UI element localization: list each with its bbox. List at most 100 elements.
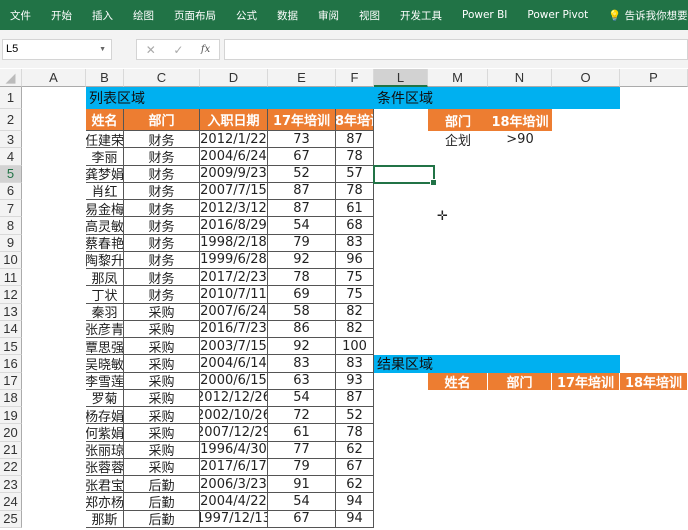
table-cell[interactable]: 69 xyxy=(268,286,336,304)
row-header-16[interactable]: 16 xyxy=(0,355,22,373)
table-cell[interactable]: 2012/3/12 xyxy=(200,200,268,218)
result-header-cell[interactable]: 18年培训 xyxy=(620,372,688,390)
table-cell[interactable]: 2007/6/24 xyxy=(200,303,268,321)
insert-function-icon[interactable]: fx xyxy=(201,44,210,55)
ribbon-tab[interactable]: 文件 xyxy=(0,8,41,23)
ribbon-tab[interactable]: 绘图 xyxy=(123,8,164,23)
table-cell[interactable]: 83 xyxy=(268,355,336,373)
name-box[interactable]: L5 ▼ xyxy=(2,39,112,60)
table-cell[interactable]: 张彦青 xyxy=(86,320,124,338)
table-cell[interactable]: 易金梅 xyxy=(86,200,124,218)
table-cell[interactable]: 郑亦杨 xyxy=(86,493,124,511)
table-cell[interactable]: 张丽琼 xyxy=(86,441,124,459)
table-cell[interactable]: 采购 xyxy=(124,407,200,425)
cancel-icon[interactable]: ✕ xyxy=(146,43,156,57)
column-header-O[interactable]: O xyxy=(552,69,620,87)
table-cell[interactable]: 2004/6/14 xyxy=(200,355,268,373)
table-cell[interactable]: 财务 xyxy=(124,269,200,287)
table-cell[interactable]: 丁状 xyxy=(86,286,124,304)
table-cell[interactable]: 覃思强 xyxy=(86,338,124,356)
check-icon[interactable]: ✓ xyxy=(173,43,183,57)
ribbon-tab[interactable]: 审阅 xyxy=(308,8,349,23)
table-cell[interactable]: 何紫娟 xyxy=(86,424,124,442)
row-header-15[interactable]: 15 xyxy=(0,338,22,356)
table-cell[interactable]: 采购 xyxy=(124,424,200,442)
table-cell[interactable]: 2017/2/23 xyxy=(200,269,268,287)
ribbon-tab[interactable]: 💡 告诉我你想要做什 xyxy=(598,8,688,23)
table-cell[interactable]: 94 xyxy=(336,510,374,528)
table-cell[interactable]: 78 xyxy=(336,182,374,200)
column-header-M[interactable]: M xyxy=(428,69,488,87)
table-cell[interactable]: 2016/8/29 xyxy=(200,217,268,235)
table-cell[interactable]: 87 xyxy=(336,131,374,149)
row-header-9[interactable]: 9 xyxy=(0,234,22,252)
table-cell[interactable]: 1996/4/30 xyxy=(200,441,268,459)
table-cell[interactable]: 87 xyxy=(336,389,374,407)
column-header-L[interactable]: L xyxy=(374,69,428,87)
table-cell[interactable]: 61 xyxy=(336,200,374,218)
select-all-button[interactable]: ◢ xyxy=(0,69,22,87)
table-cell[interactable]: 67 xyxy=(268,510,336,528)
row-header-5[interactable]: 5 xyxy=(0,165,22,183)
row-header-4[interactable]: 4 xyxy=(0,148,22,166)
column-header-A[interactable]: A xyxy=(22,69,86,87)
result-header-cell[interactable]: 姓名 xyxy=(428,372,488,390)
table-cell[interactable]: 2017/6/17 xyxy=(200,458,268,476)
ribbon-tab[interactable]: 页面布局 xyxy=(164,8,226,23)
table-cell[interactable]: 92 xyxy=(268,338,336,356)
table-cell[interactable]: 肖红 xyxy=(86,182,124,200)
column-header-C[interactable]: C xyxy=(124,69,200,87)
table-cell[interactable]: 2012/1/22 xyxy=(200,131,268,149)
table-cell[interactable]: 采购 xyxy=(124,320,200,338)
list-header-cell[interactable]: 姓名 xyxy=(86,109,124,131)
criteria-value-cell[interactable]: >90 xyxy=(488,131,552,148)
table-cell[interactable]: 财务 xyxy=(124,148,200,166)
table-cell[interactable]: 2002/10/26 xyxy=(200,407,268,425)
table-cell[interactable]: 那凤 xyxy=(86,269,124,287)
table-cell[interactable]: 79 xyxy=(268,458,336,476)
row-header-6[interactable]: 6 xyxy=(0,182,22,200)
table-cell[interactable]: 财务 xyxy=(124,286,200,304)
table-cell[interactable]: 78 xyxy=(336,424,374,442)
table-cell[interactable]: 采购 xyxy=(124,303,200,321)
table-cell[interactable]: 采购 xyxy=(124,458,200,476)
row-header-2[interactable]: 2 xyxy=(0,109,22,131)
table-cell[interactable]: 2007/7/15 xyxy=(200,182,268,200)
table-cell[interactable]: 100 xyxy=(336,338,374,356)
table-cell[interactable]: 2010/7/11 xyxy=(200,286,268,304)
table-cell[interactable]: 蔡春艳 xyxy=(86,234,124,252)
row-header-14[interactable]: 14 xyxy=(0,320,22,338)
table-cell[interactable]: 94 xyxy=(336,493,374,511)
result-header-cell[interactable]: 部门 xyxy=(488,372,552,390)
row-header-13[interactable]: 13 xyxy=(0,303,22,321)
selected-cell-L5[interactable] xyxy=(373,164,437,187)
column-header-F[interactable]: F xyxy=(336,69,374,87)
table-cell[interactable]: 陶黎升 xyxy=(86,251,124,269)
table-cell[interactable]: 2006/3/23 xyxy=(200,476,268,494)
ribbon-tab[interactable]: 插入 xyxy=(82,8,123,23)
table-cell[interactable]: 后勤 xyxy=(124,476,200,494)
table-cell[interactable]: 2016/7/23 xyxy=(200,320,268,338)
table-cell[interactable]: 67 xyxy=(268,148,336,166)
row-header-10[interactable]: 10 xyxy=(0,251,22,269)
table-cell[interactable]: 87 xyxy=(268,200,336,218)
table-cell[interactable]: 2012/12/26 xyxy=(200,389,268,407)
table-cell[interactable]: 62 xyxy=(336,441,374,459)
row-header-21[interactable]: 21 xyxy=(0,441,22,459)
table-cell[interactable]: 龚梦娟 xyxy=(86,165,124,183)
table-cell[interactable]: 91 xyxy=(268,476,336,494)
table-cell[interactable]: 后勤 xyxy=(124,510,200,528)
table-cell[interactable]: 82 xyxy=(336,303,374,321)
table-cell[interactable]: 52 xyxy=(336,407,374,425)
row-header-11[interactable]: 11 xyxy=(0,269,22,287)
row-header-17[interactable]: 17 xyxy=(0,372,22,390)
column-header-E[interactable]: E xyxy=(268,69,336,87)
table-cell[interactable]: 75 xyxy=(336,269,374,287)
table-cell[interactable]: 财务 xyxy=(124,217,200,235)
table-cell[interactable]: 2009/9/23 xyxy=(200,165,268,183)
table-cell[interactable]: 2003/7/15 xyxy=(200,338,268,356)
row-header-23[interactable]: 23 xyxy=(0,476,22,494)
table-cell[interactable]: 86 xyxy=(268,320,336,338)
result-header-cell[interactable]: 17年培训 xyxy=(552,372,620,390)
table-cell[interactable]: 李雪莲 xyxy=(86,372,124,390)
